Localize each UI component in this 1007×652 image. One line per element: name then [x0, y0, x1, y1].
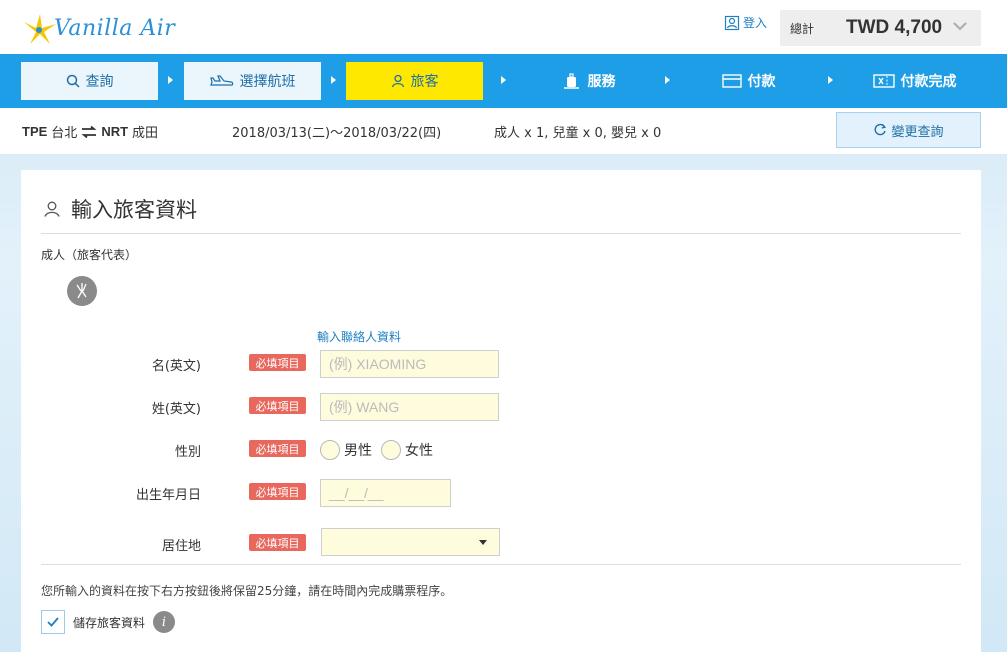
step-label: 選擇航班 — [239, 74, 296, 90]
booking-steps-nav: 查詢 選擇航班 旅客 服務 付款 付款完成 — [0, 54, 1007, 108]
search-icon — [66, 74, 80, 88]
step-search[interactable]: 查詢 — [21, 62, 158, 100]
step-select-flight[interactable]: 選擇航班 — [184, 62, 321, 100]
save-passenger-checkbox[interactable] — [41, 610, 65, 634]
plane-icon — [209, 75, 233, 86]
origin-name: 台北 — [51, 126, 78, 141]
dest-code: NRT — [101, 124, 129, 139]
save-passenger-row: 儲存旅客資料 i — [41, 610, 176, 634]
step-services[interactable]: 服務 — [520, 62, 657, 100]
origin-code: TPE — [22, 124, 48, 139]
user-login-icon — [724, 15, 740, 30]
top-header: Vanilla Air 登入 總計 TWD 4,700 — [0, 0, 1007, 54]
step-label: 付款完成 — [900, 74, 957, 90]
passenger-count: 成人 x 1, 兒童 x 0, 嬰兒 x 0 — [494, 126, 662, 141]
vanilla-air-logo[interactable]: Vanilla Air — [20, 8, 175, 48]
change-search-button[interactable]: 變更查詢 — [836, 112, 981, 148]
required-badge: 必填項目 — [249, 483, 306, 500]
save-passenger-label: 儲存旅客資料 — [73, 615, 146, 630]
radio-circle — [320, 440, 340, 460]
luggage-icon — [563, 73, 579, 89]
login-link[interactable]: 登入 — [724, 14, 767, 31]
passenger-form-panel: 輸入旅客資料 成人（旅客代表） 輸入聯絡人資料 名(英文) 必填項目 (例) X… — [21, 170, 981, 652]
step-arrow-icon — [665, 76, 670, 84]
route-summary: TPE 台北 NRT 成田 — [22, 122, 158, 141]
step-payment-complete[interactable]: 付款完成 — [846, 62, 983, 100]
card-icon — [721, 74, 742, 88]
dropdown-caret-icon — [479, 540, 487, 545]
birthdate-label: 出生年月日 — [135, 488, 201, 503]
person-icon — [391, 74, 404, 88]
flower-icon — [76, 283, 87, 299]
residence-label: 居住地 — [161, 539, 201, 554]
gender-label: 性別 — [174, 445, 201, 460]
required-badge: 必填項目 — [249, 354, 306, 371]
passenger-avatar — [67, 276, 97, 306]
hold-time-notice: 您所輸入的資料在按下右方按鈕後將保留25分鐘，請在時間內完成購票程序。 — [41, 584, 453, 598]
radio-label: 男性 — [344, 443, 372, 459]
step-label: 查詢 — [85, 74, 114, 90]
last-name-label: 姓(英文) — [151, 402, 201, 417]
total-price-dropdown[interactable]: 總計 TWD 4,700 — [780, 10, 981, 46]
dest-name: 成田 — [132, 126, 159, 141]
total-label: 總計 — [790, 21, 815, 36]
required-badge: 必填項目 — [249, 534, 306, 551]
step-label: 服務 — [587, 74, 616, 90]
step-arrow-icon — [828, 76, 833, 84]
search-summary-bar: TPE 台北 NRT 成田 2018/03/13(二)～2018/03/22(四… — [0, 108, 1007, 154]
step-passenger[interactable]: 旅客 — [346, 62, 483, 100]
radio-label: 女性 — [405, 443, 433, 459]
radio-circle — [381, 440, 401, 460]
birthdate-input[interactable]: __/__/__ — [320, 479, 451, 507]
person-icon — [44, 201, 60, 217]
login-label: 登入 — [743, 16, 768, 30]
gender-female-radio[interactable]: 女性 — [381, 440, 433, 460]
gender-male-radio[interactable]: 男性 — [320, 440, 372, 460]
page-title: 輸入旅客資料 — [71, 198, 197, 222]
travel-dates: 2018/03/13(二)～2018/03/22(四) — [232, 126, 442, 141]
logo-text: Vanilla Air — [54, 15, 176, 41]
step-arrow-icon — [168, 76, 173, 84]
form-title-row: 輸入旅客資料 — [43, 194, 197, 224]
first-name-label: 名(英文) — [151, 359, 201, 374]
step-payment[interactable]: 付款 — [680, 62, 817, 100]
step-label: 旅客 — [410, 74, 439, 90]
checkmark-icon — [47, 617, 59, 627]
swap-arrows-icon — [81, 125, 97, 138]
step-arrow-icon — [501, 76, 506, 84]
required-badge: 必填項目 — [249, 397, 306, 414]
info-icon[interactable]: i — [153, 611, 176, 633]
chevron-down-icon — [953, 22, 967, 31]
change-search-label: 變更查詢 — [891, 124, 944, 140]
step-label: 付款 — [747, 74, 776, 90]
title-divider — [41, 233, 961, 234]
last-name-input[interactable]: (例) WANG — [320, 393, 499, 421]
required-badge: 必填項目 — [249, 440, 306, 457]
residence-select[interactable] — [321, 528, 500, 556]
step-arrow-icon — [331, 76, 336, 84]
refresh-icon — [875, 123, 887, 136]
total-value: TWD 4,700 — [846, 17, 943, 38]
ticket-icon — [872, 74, 895, 88]
enter-contact-link[interactable]: 輸入聯絡人資料 — [317, 328, 401, 345]
first-name-input[interactable]: (例) XIAOMING — [320, 350, 499, 378]
form-divider — [41, 564, 961, 565]
passenger-section-label: 成人（旅客代表） — [41, 248, 138, 262]
